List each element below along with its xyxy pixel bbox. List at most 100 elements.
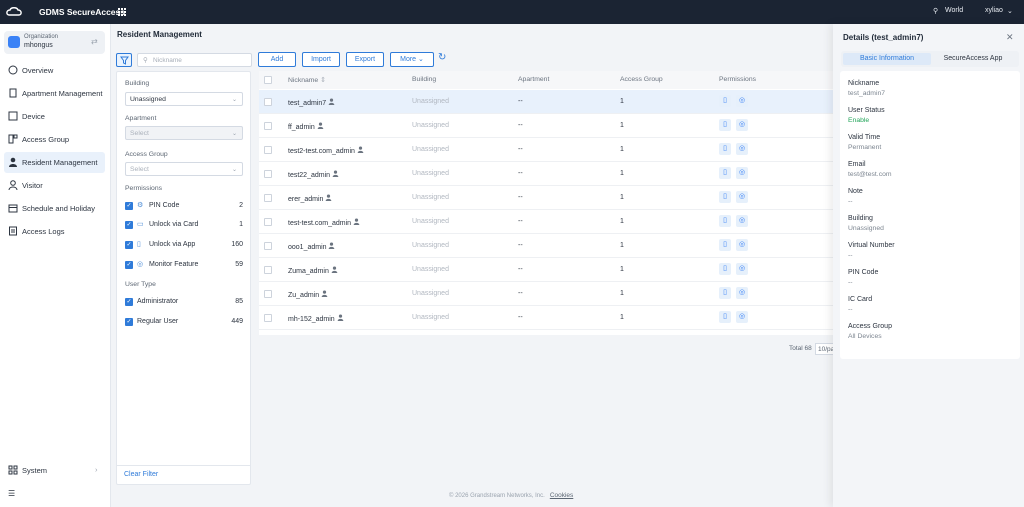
filter-icon bbox=[120, 56, 129, 65]
app-grid-icon[interactable] bbox=[118, 8, 126, 16]
export-button[interactable]: Export bbox=[346, 52, 384, 67]
table-row[interactable]: mh-152_admin Unassigned -- 1 ▯ ◎ bbox=[259, 306, 833, 330]
checkbox-checked-icon[interactable]: ✓ bbox=[125, 261, 133, 269]
add-button[interactable]: Add bbox=[258, 52, 296, 67]
cookies-link[interactable]: Cookies bbox=[550, 492, 573, 499]
monitor-icon: ◎ bbox=[736, 287, 748, 299]
apartment-cell: -- bbox=[518, 242, 523, 249]
row-checkbox[interactable] bbox=[264, 170, 272, 178]
row-checkbox[interactable] bbox=[264, 314, 272, 322]
table-row[interactable]: test2-test.com_admin Unassigned -- 1 ▯ ◎ bbox=[259, 138, 833, 162]
table-row[interactable]: ff_admin Unassigned -- 1 ▯ ◎ bbox=[259, 114, 833, 138]
tab-secureaccess-app[interactable]: SecureAccess App bbox=[929, 53, 1017, 65]
permission-filter-unlock-via-app[interactable]: ✓ ▯ Unlock via App 160 bbox=[125, 239, 243, 251]
user-type-filter-administrator[interactable]: ✓ Administrator 85 bbox=[125, 296, 243, 308]
detail-value: Enable bbox=[848, 117, 870, 124]
table-row[interactable]: ooo1_admin Unassigned -- 1 ▯ ◎ bbox=[259, 234, 833, 258]
user-icon bbox=[332, 170, 339, 177]
access-group-cell: 1 bbox=[620, 218, 624, 225]
sidebar-item-access-group[interactable]: Access Group bbox=[0, 129, 111, 150]
row-checkbox[interactable] bbox=[264, 146, 272, 154]
more-button[interactable]: More ⌄ bbox=[390, 52, 434, 67]
column-header-nickname[interactable]: Nickname ⇕ bbox=[288, 76, 326, 84]
location-icon[interactable]: ⚲ bbox=[933, 7, 938, 15]
user-icon bbox=[317, 122, 323, 129]
apartment-cell: -- bbox=[518, 170, 523, 177]
table-row[interactable]: test-test.com_admin Unassigned -- 1 ▯ ◎ bbox=[259, 210, 833, 234]
monitor-icon: ◎ bbox=[137, 261, 144, 268]
nickname-cell[interactable]: Zuma_admin bbox=[288, 266, 338, 275]
access-group-filter-label: Access Group bbox=[125, 151, 168, 158]
access-group-select[interactable]: Select ⌄ bbox=[125, 162, 243, 176]
sidebar-item-apartment-management[interactable]: Apartment Management bbox=[0, 83, 111, 104]
building-select[interactable]: Unassigned ⌄ bbox=[125, 92, 243, 106]
phone-icon: ▯ bbox=[719, 311, 731, 323]
sidebar-item-system[interactable]: System › bbox=[0, 460, 111, 481]
nickname-cell[interactable]: test2-test.com_admin bbox=[288, 146, 364, 155]
row-checkbox[interactable] bbox=[264, 122, 272, 130]
clear-filter-link[interactable]: Clear Filter bbox=[124, 471, 158, 478]
permission-filter-pin-code[interactable]: ✓ ⚙ PIN Code 2 bbox=[125, 200, 243, 212]
checkbox-checked-icon[interactable]: ✓ bbox=[125, 318, 133, 326]
checkbox-checked-icon[interactable]: ✓ bbox=[125, 221, 133, 229]
nickname-cell[interactable]: test-test.com_admin bbox=[288, 218, 360, 227]
checkbox-checked-icon[interactable]: ✓ bbox=[125, 202, 133, 210]
sidebar-item-schedule-and-holiday[interactable]: Schedule and Holiday bbox=[0, 198, 111, 219]
row-checkbox[interactable] bbox=[264, 98, 272, 106]
user-type-filter-regular-user[interactable]: ✓ Regular User 449 bbox=[125, 316, 243, 328]
sidebar-item-overview[interactable]: Overview bbox=[0, 60, 111, 81]
user-menu[interactable]: xyliao bbox=[985, 7, 1003, 14]
location-selector[interactable]: World bbox=[945, 7, 963, 14]
nickname-cell[interactable]: Zu_admin bbox=[288, 290, 328, 299]
filter-toggle-button[interactable] bbox=[116, 53, 132, 67]
nickname-cell[interactable]: test22_admin bbox=[288, 170, 339, 179]
nickname-cell[interactable]: ooo1_admin bbox=[288, 242, 335, 251]
monitor-icon: ◎ bbox=[736, 263, 748, 275]
organization-switcher[interactable]: Organization mhongus ⇄ bbox=[4, 31, 105, 54]
sidebar-item-visitor[interactable]: Visitor bbox=[0, 175, 111, 196]
row-checkbox[interactable] bbox=[264, 266, 272, 274]
import-button[interactable]: Import bbox=[302, 52, 340, 67]
sidebar-item-device[interactable]: Device bbox=[0, 106, 111, 127]
calendar-icon bbox=[8, 204, 18, 213]
row-checkbox[interactable] bbox=[264, 290, 272, 298]
table-row[interactable]: erer_admin Unassigned -- 1 ▯ ◎ bbox=[259, 186, 833, 210]
nickname-cell[interactable]: erer_admin bbox=[288, 194, 332, 203]
apartment-select[interactable]: Select ⌄ bbox=[125, 126, 243, 140]
switch-icon[interactable]: ⇄ bbox=[91, 37, 98, 46]
page-size-select[interactable]: 10/pa bbox=[815, 343, 834, 355]
table-header: Nickname ⇕ Building Apartment Access Gro… bbox=[259, 71, 833, 89]
monitor-icon: ◎ bbox=[736, 239, 748, 251]
search-input[interactable]: ⚲ Nickname bbox=[137, 53, 252, 67]
permission-filter-unlock-via-card[interactable]: ✓ ▭ Unlock via Card 1 bbox=[125, 219, 243, 231]
table-row[interactable]: test_admin7 Unassigned -- 1 ▯ ◎ bbox=[259, 90, 833, 114]
refresh-icon[interactable]: ↻ bbox=[438, 52, 446, 63]
chevron-right-icon: › bbox=[95, 465, 98, 474]
permission-filter-monitor-feature[interactable]: ✓ ◎ Monitor Feature 59 bbox=[125, 259, 243, 271]
building-cell: Unassigned bbox=[412, 194, 449, 201]
detail-value: Permanent bbox=[848, 144, 882, 151]
device-icon bbox=[8, 111, 18, 121]
phone-icon: ▯ bbox=[719, 143, 731, 155]
tab-basic-information[interactable]: Basic Information bbox=[843, 53, 931, 65]
checkbox-checked-icon[interactable]: ✓ bbox=[125, 241, 133, 249]
visitor-icon bbox=[8, 180, 18, 190]
collapse-sidebar-icon[interactable]: ☰ bbox=[8, 489, 15, 498]
select-all-checkbox[interactable] bbox=[264, 76, 272, 84]
nickname-cell[interactable]: mh-152_admin bbox=[288, 314, 344, 323]
table-row[interactable]: test22_admin Unassigned -- 1 ▯ ◎ bbox=[259, 162, 833, 186]
sidebar-item-resident-management[interactable]: Resident Management bbox=[4, 152, 105, 173]
row-checkbox[interactable] bbox=[264, 218, 272, 226]
nickname-cell[interactable]: ff_admin bbox=[288, 122, 324, 131]
table-row[interactable]: Zuma_admin Unassigned -- 1 ▯ ◎ bbox=[259, 258, 833, 282]
table-row[interactable]: Zu_admin Unassigned -- 1 ▯ ◎ bbox=[259, 282, 833, 306]
apartment-cell: -- bbox=[518, 194, 523, 201]
row-checkbox[interactable] bbox=[264, 194, 272, 202]
nickname-cell[interactable]: test_admin7 bbox=[288, 98, 335, 107]
row-checkbox[interactable] bbox=[264, 242, 272, 250]
apartment-filter-label: Apartment bbox=[125, 115, 157, 122]
chevron-down-icon[interactable]: ⌄ bbox=[1007, 7, 1013, 15]
checkbox-checked-icon[interactable]: ✓ bbox=[125, 298, 133, 306]
close-icon[interactable]: ✕ bbox=[1006, 32, 1014, 43]
sidebar-item-access-logs[interactable]: Access Logs bbox=[0, 221, 111, 242]
